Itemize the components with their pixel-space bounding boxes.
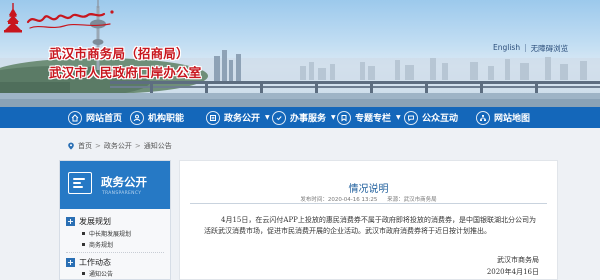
- nav-topics-label: 专题专栏: [355, 114, 392, 124]
- chevron-down-icon: ▼: [396, 114, 401, 121]
- bullet-icon: [82, 243, 85, 246]
- article-date: 2020年4月16日: [486, 268, 539, 276]
- breadcrumb-home[interactable]: 首页: [78, 141, 92, 151]
- accessibility-link[interactable]: 无障碍浏览: [531, 43, 569, 54]
- interaction-icon: [404, 110, 418, 125]
- site-name-line1[interactable]: 武汉市商务局（招商局）: [49, 43, 189, 62]
- article-title: 情况说明: [348, 184, 389, 195]
- nav-gov-affairs-label: 政务公开: [224, 114, 261, 124]
- home-icon: [68, 110, 82, 125]
- expand-icon: +: [66, 217, 75, 226]
- site-name-line2[interactable]: 武汉市人民政府口岸办公室: [49, 62, 201, 81]
- nav-services-label: 办事服务: [290, 114, 327, 124]
- sidebar-group-label: 工作动态: [79, 258, 111, 267]
- nav-interaction-label: 公众互动: [422, 114, 459, 124]
- sidebar-item-label: 通知公告: [89, 271, 114, 278]
- breadcrumb-separator: >: [95, 142, 101, 150]
- sitemap-icon: [476, 110, 490, 125]
- nav-home[interactable]: 网站首页: [68, 107, 122, 128]
- header-banner: 武汉市商务局（招商局） 武汉市人民政府口岸办公室 English | 无障碍浏览: [0, 0, 600, 107]
- sidebar-item-notices[interactable]: 通知公告: [82, 269, 113, 278]
- bullet-icon: [82, 272, 85, 275]
- breadcrumb-gov-affairs[interactable]: 政务公开: [104, 141, 132, 151]
- location-icon: [68, 142, 74, 150]
- gov-icon: [206, 110, 220, 125]
- article-panel: 情况说明 发布时间：2020-04-16 13:25 来源：武汉市商务局 4月1…: [179, 160, 558, 280]
- sidebar-item-long-term-plan[interactable]: 中长期发展规划: [82, 229, 131, 238]
- sidebar: 政务公开 TRANSPARENCY + 发展规划 中长期发展规划 商务规划 + …: [59, 160, 171, 280]
- sidebar-header: 政务公开 TRANSPARENCY: [60, 161, 170, 209]
- article-body: 4月15日，在云闪付APP上投放的惠民消费券不属于政府即将投放的消费券，是中国银…: [204, 216, 536, 235]
- article-signature: 武汉市商务局: [497, 256, 539, 264]
- english-link[interactable]: English: [493, 43, 520, 54]
- nav-sitemap-label: 网站地图: [494, 114, 531, 124]
- nav-home-label: 网站首页: [86, 114, 123, 124]
- nav-interaction[interactable]: 公众互动: [404, 107, 458, 128]
- breadcrumb-separator: >: [134, 142, 141, 150]
- sidebar-divider: [66, 252, 164, 253]
- page: 武汉市商务局（招商局） 武汉市人民政府口岸办公室 English | 无障碍浏览: [0, 0, 600, 280]
- chevron-down-icon: ▼: [331, 114, 336, 121]
- nav-sitemap[interactable]: 网站地图: [476, 107, 530, 128]
- bullet-icon: [82, 232, 85, 235]
- sidebar-group-planning[interactable]: + 发展规划: [66, 216, 111, 227]
- service-icon: [272, 110, 286, 125]
- top-links-separator: |: [524, 43, 527, 52]
- sidebar-group-work-news[interactable]: + 工作动态: [66, 257, 111, 268]
- sidebar-item-label: 中长期发展规划: [89, 231, 132, 238]
- article-meta: 发布时间：2020-04-16 13:25 来源：武汉市商务局: [180, 195, 557, 203]
- breadcrumb-notices[interactable]: 通知公告: [144, 141, 172, 151]
- chevron-down-icon: ▼: [265, 114, 270, 121]
- nav-gov-affairs[interactable]: 政务公开 ▼: [206, 107, 270, 128]
- nav-topics[interactable]: 专题专栏 ▼: [337, 107, 401, 128]
- org-icon: [130, 110, 144, 125]
- sidebar-title: 政务公开: [101, 175, 147, 189]
- wuhan-logo: [4, 3, 114, 33]
- nav-organization[interactable]: 机构职能: [130, 107, 184, 128]
- breadcrumb: 首页 > 政务公开 > 通知公告: [67, 141, 172, 151]
- nav-services[interactable]: 办事服务 ▼: [272, 107, 336, 128]
- sidebar-item-commerce-plan[interactable]: 商务规划: [82, 240, 113, 249]
- nav-organization-label: 机构职能: [148, 114, 185, 124]
- top-links: English | 无障碍浏览: [493, 43, 568, 54]
- sidebar-item-label: 商务规划: [89, 242, 114, 249]
- list-icon: [68, 172, 92, 194]
- article-divider: [190, 203, 547, 204]
- sidebar-subtitle: TRANSPARENCY: [102, 191, 142, 196]
- topic-icon: [337, 110, 351, 125]
- expand-icon: +: [66, 258, 75, 267]
- main-nav: 网站首页 机构职能 政务公开 ▼ 办事服务 ▼ 专题专栏 ▼ 公众互动 网站地图: [0, 107, 600, 128]
- sidebar-group-label: 发展规划: [79, 217, 111, 226]
